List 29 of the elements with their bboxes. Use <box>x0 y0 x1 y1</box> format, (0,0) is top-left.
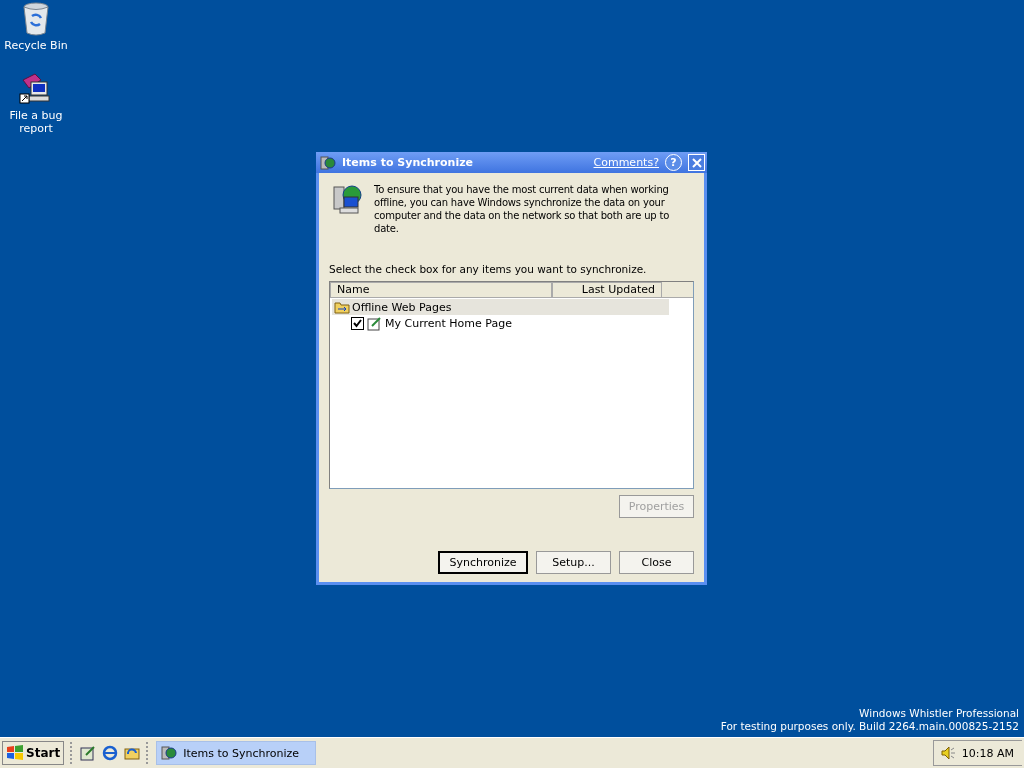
sync-computer-icon <box>161 745 178 761</box>
instruction-text: Select the check box for any items you want to synchronize. <box>329 263 648 275</box>
build-info-text: For testing purposes only. Build 2264.main.000825-2152 <box>720 720 1019 733</box>
taskbar-button[interactable]: Items to Synchronize <box>156 741 317 765</box>
speaker-icon[interactable] <box>939 745 956 761</box>
dialog-button[interactable]: Setup... <box>536 551 611 574</box>
dialog-button[interactable]: Synchronize <box>438 551 528 574</box>
desktop-icon-label[interactable]: File a bug report <box>1 109 71 135</box>
folder-icon <box>334 300 350 314</box>
book-computer-icon[interactable] <box>19 72 53 106</box>
desktop-icon-label[interactable]: Recycle Bin <box>1 39 71 52</box>
column-header[interactable]: Name <box>330 282 552 298</box>
recycle-bin-icon[interactable] <box>21 2 51 36</box>
start-button[interactable]: Start <box>2 741 65 765</box>
sync-computer-icon <box>320 154 336 171</box>
web-page-icon <box>367 316 382 331</box>
build-info-text: Windows Whistler Professional <box>859 707 1019 720</box>
window-title: Items to Synchronize <box>342 156 475 169</box>
list-row[interactable]: Offline Web Pages <box>332 299 669 315</box>
intro-text: To ensure that you have the most current data when working offline, you can have Windows synchronize the data on your computer and the data on the network so that both are up to date. <box>374 183 671 235</box>
dialog-button[interactable]: Close <box>619 551 694 574</box>
windows-flag-icon <box>6 745 24 761</box>
item-name: My Current Home Page <box>385 317 512 330</box>
computer-globe-icon <box>332 183 364 215</box>
group-name: Offline Web Pages <box>352 300 452 314</box>
close-button[interactable] <box>688 154 705 171</box>
clock: 10:18 AM <box>961 746 1014 760</box>
column-header[interactable]: Last Updated <box>552 282 662 298</box>
checkbox[interactable] <box>351 317 364 330</box>
